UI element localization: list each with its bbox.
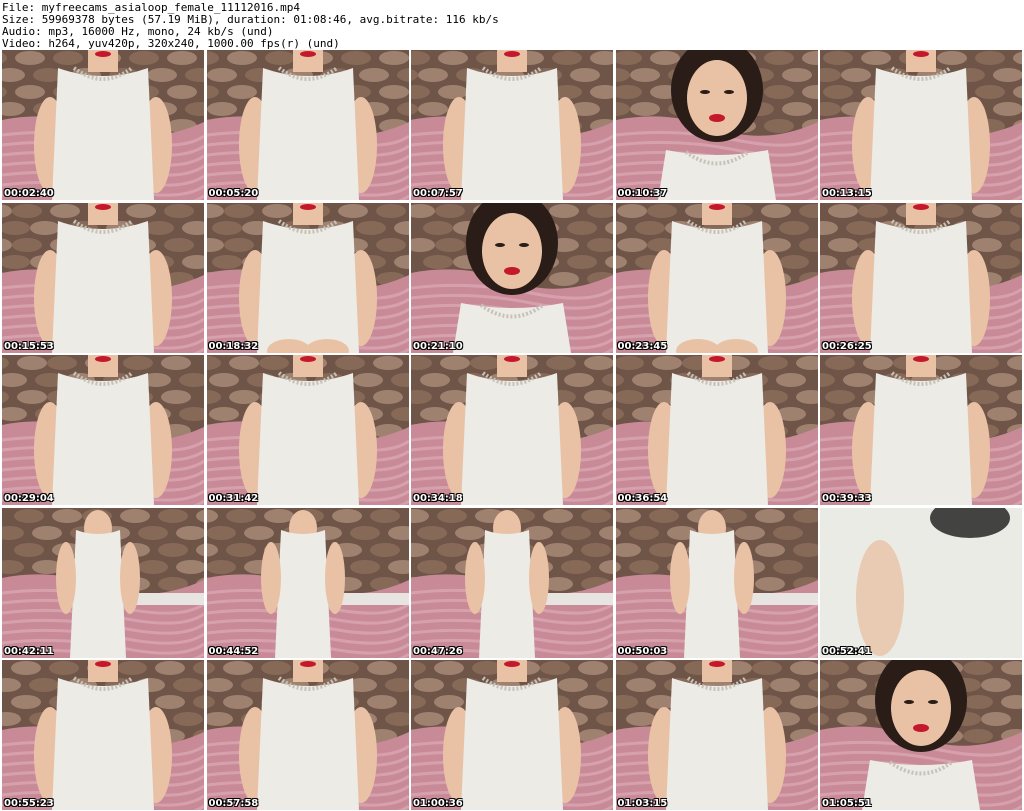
thumbnail-frame-image	[615, 50, 818, 200]
video-thumbnail: 00:47:26	[411, 507, 613, 658]
thumbnail-frame-image	[615, 355, 818, 505]
video-thumbnail: 00:44:52	[206, 507, 409, 658]
thumbnail-grid: 00:02:40 00:05:20 00:07:57 00:10:37 00:13:15…	[2, 50, 1022, 810]
video-thumbnail: 00:18:32	[206, 202, 409, 353]
thumbnail-frame-image	[820, 202, 1022, 353]
video-thumbnail: 00:07:57	[411, 50, 613, 200]
thumbnail-frame-image	[820, 507, 1022, 658]
thumbnail-timestamp: 00:47:26	[413, 645, 463, 657]
thumbnail-timestamp: 01:03:15	[617, 798, 668, 809]
thumbnail-timestamp: 00:57:58	[208, 798, 259, 809]
video-thumbnail: 00:15:53	[2, 202, 204, 353]
thumbnail-timestamp: 01:05:51	[822, 798, 872, 809]
video-info-line: Video: h264, yuv420p, 320x240, 1000.00 f…	[2, 37, 340, 50]
video-thumbnail: 00:21:10	[411, 202, 613, 353]
thumbnail-timestamp: 00:42:11	[4, 645, 54, 657]
thumbnail-frame-image	[206, 202, 409, 353]
thumbnail-timestamp: 00:10:37	[617, 188, 668, 199]
thumbnail-timestamp: 00:52:41	[822, 645, 872, 657]
video-thumbnail: 00:26:25	[820, 202, 1022, 353]
video-thumbnail: 00:29:04	[2, 355, 204, 505]
thumbnail-frame-image	[411, 507, 613, 658]
video-thumbnail: 00:34:18	[411, 355, 613, 505]
thumbnail-frame-image	[2, 660, 204, 810]
thumbnail-frame-image	[615, 202, 818, 353]
thumbnail-timestamp: 00:26:25	[822, 340, 872, 352]
video-thumbnail: 00:31:42	[206, 355, 409, 505]
video-thumbnail: 00:57:58	[206, 660, 409, 810]
thumbnail-timestamp: 00:34:18	[413, 493, 463, 504]
video-thumbnail: 00:36:54	[615, 355, 818, 505]
thumbnail-timestamp: 00:36:54	[617, 493, 668, 504]
video-thumbnail: 00:05:20	[206, 50, 409, 200]
thumbnail-timestamp: 00:23:45	[617, 340, 668, 352]
video-thumbnail: 00:42:11	[2, 507, 204, 658]
thumbnail-timestamp: 00:55:23	[4, 798, 54, 809]
thumbnail-frame-image	[2, 355, 204, 505]
thumbnail-frame-image	[820, 50, 1022, 200]
thumbnail-frame-image	[206, 660, 409, 810]
thumbnail-frame-image	[206, 355, 409, 505]
thumbnail-frame-image	[820, 660, 1022, 810]
video-thumbnail: 00:10:37	[615, 50, 818, 200]
thumbnail-frame-image	[206, 50, 409, 200]
thumbnail-frame-image	[2, 507, 204, 658]
thumbnail-frame-image	[411, 355, 613, 505]
thumbnail-frame-image	[615, 660, 818, 810]
video-thumbnail: 01:03:15	[615, 660, 818, 810]
thumbnail-timestamp: 00:05:20	[208, 188, 259, 199]
thumbnail-timestamp: 00:15:53	[4, 340, 54, 352]
thumbnail-frame-image	[411, 660, 613, 810]
file-info-header: File: myfreecams_asialoop_female_1111201…	[0, 0, 1024, 50]
thumbnail-timestamp: 00:13:15	[822, 188, 872, 199]
thumbnail-timestamp: 00:39:33	[822, 493, 872, 504]
thumbnail-timestamp: 00:21:10	[413, 340, 463, 352]
thumbnail-timestamp: 00:50:03	[617, 645, 668, 657]
thumbnail-timestamp: 00:31:42	[208, 493, 259, 504]
thumbnail-frame-image	[411, 50, 613, 200]
video-thumbnail: 00:23:45	[615, 202, 818, 353]
video-thumbnail: 00:52:41	[820, 507, 1022, 658]
video-thumbnail: 01:05:51	[820, 660, 1022, 810]
thumbnail-frame-image	[820, 355, 1022, 505]
video-thumbnail: 00:55:23	[2, 660, 204, 810]
thumbnail-frame-image	[206, 507, 409, 658]
thumbnail-timestamp: 00:02:40	[4, 188, 54, 199]
thumbnail-timestamp: 01:00:36	[413, 798, 463, 809]
thumbnail-frame-image	[615, 507, 818, 658]
thumbnail-timestamp: 00:44:52	[208, 645, 259, 657]
thumbnail-timestamp: 00:07:57	[413, 188, 463, 199]
video-thumbnail: 00:02:40	[2, 50, 204, 200]
thumbnail-timestamp: 00:18:32	[208, 340, 259, 352]
thumbnail-frame-image	[2, 202, 204, 353]
thumbnail-frame-image	[411, 202, 613, 353]
thumbnail-timestamp: 00:29:04	[4, 493, 54, 504]
video-thumbnail: 00:39:33	[820, 355, 1022, 505]
video-thumbnail: 00:50:03	[615, 507, 818, 658]
video-thumbnail: 01:00:36	[411, 660, 613, 810]
video-thumbnail: 00:13:15	[820, 50, 1022, 200]
thumbnail-frame-image	[2, 50, 204, 200]
